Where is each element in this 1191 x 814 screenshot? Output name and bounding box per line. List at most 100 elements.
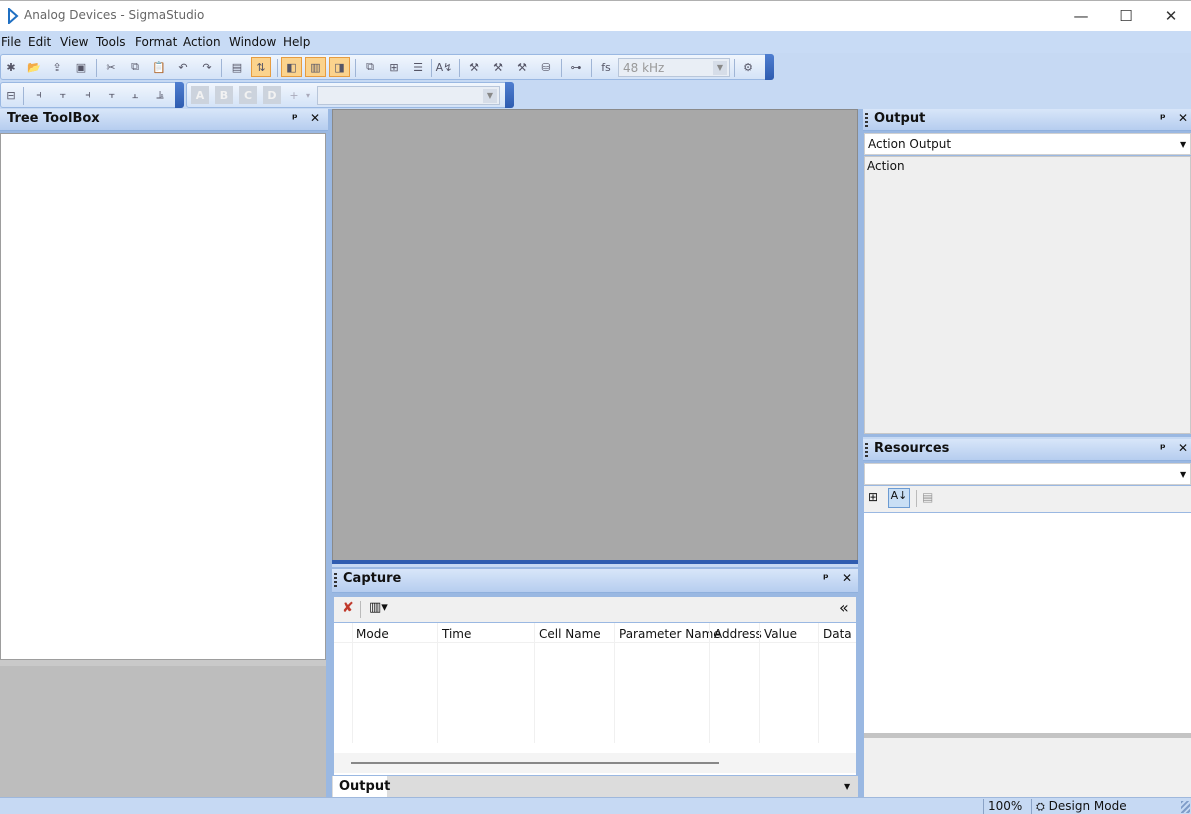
align-right-icon[interactable]: ⫞ bbox=[79, 86, 97, 104]
column-header-mode[interactable]: Mode bbox=[356, 627, 389, 641]
window-title: Analog Devices - SigmaStudio bbox=[24, 8, 205, 22]
upload-icon[interactable]: ⇪ bbox=[48, 58, 66, 76]
column-header-time[interactable]: Time bbox=[442, 627, 471, 641]
group-icon[interactable]: ⊟ bbox=[2, 86, 20, 104]
write-eeprom-icon[interactable]: ⛁ bbox=[537, 58, 555, 76]
grip-icon[interactable] bbox=[865, 443, 868, 457]
chevron-down-icon[interactable]: ▼ bbox=[713, 61, 727, 75]
columns-menu-icon[interactable]: ▥▾ bbox=[369, 600, 388, 615]
resources-pane-icon[interactable]: ◨ bbox=[329, 57, 350, 77]
paste-icon[interactable]: 📋 bbox=[150, 58, 168, 76]
chevron-down-icon[interactable]: ▼ bbox=[1180, 140, 1186, 149]
sample-rate-select[interactable]: 48 kHz ▼ bbox=[618, 58, 730, 77]
toolbox-pane-icon[interactable]: ◧ bbox=[281, 57, 302, 77]
toolbar-overflow-button[interactable] bbox=[765, 54, 774, 80]
toolbar-separator bbox=[221, 59, 222, 77]
close-icon[interactable]: ✕ bbox=[1178, 441, 1188, 455]
align-middle-icon[interactable]: ⫠ bbox=[126, 86, 144, 104]
minimize-button[interactable]: — bbox=[1058, 1, 1104, 31]
scrollbar-thumb[interactable] bbox=[351, 762, 719, 764]
download-icon[interactable]: ⚒ bbox=[489, 58, 507, 76]
add-dropdown-icon[interactable]: ▾ bbox=[299, 86, 317, 104]
menu-edit[interactable]: Edit bbox=[28, 35, 51, 49]
property-pages-icon[interactable]: ▤ bbox=[922, 490, 933, 504]
output-text-area[interactable]: Action bbox=[864, 156, 1191, 434]
column-header-data[interactable]: Data bbox=[823, 627, 852, 641]
chevron-down-icon[interactable]: ▼ bbox=[483, 89, 497, 103]
chevron-down-icon[interactable]: ▼ bbox=[1180, 470, 1186, 479]
menu-window[interactable]: Window bbox=[229, 35, 276, 49]
tab-dropdown-icon[interactable]: ▼ bbox=[844, 782, 850, 791]
menu-tools[interactable]: Tools bbox=[96, 35, 126, 49]
copy-icon[interactable]: ⧉ bbox=[126, 58, 144, 76]
align-left-icon[interactable]: ⫞ bbox=[30, 86, 48, 104]
output-pane-icon[interactable]: ▥ bbox=[305, 57, 326, 77]
format-select[interactable]: ▼ bbox=[317, 86, 500, 105]
close-icon[interactable]: ✕ bbox=[842, 571, 852, 585]
close-button[interactable]: ✕ bbox=[1148, 1, 1191, 31]
bottom-tab-strip: Output ▼ bbox=[332, 775, 858, 798]
menu-action[interactable]: Action bbox=[183, 35, 221, 49]
capture-grid[interactable]: Mode Time Cell Name Parameter Name Addre… bbox=[334, 623, 856, 797]
align-top-icon[interactable]: ⫟ bbox=[103, 86, 121, 104]
design-workspace[interactable] bbox=[332, 109, 858, 564]
layout-view-icon[interactable]: ▤ bbox=[228, 58, 246, 76]
underline-icon[interactable]: C bbox=[239, 86, 257, 104]
alphabetical-sort-icon[interactable]: A↓ bbox=[888, 488, 910, 508]
output-source-select[interactable]: Action Output ▼ bbox=[864, 133, 1191, 155]
cut-icon[interactable]: ✂ bbox=[102, 58, 120, 76]
column-header-parameter-name[interactable]: Parameter Name bbox=[619, 627, 721, 641]
compile-icon[interactable]: A↯ bbox=[435, 58, 453, 76]
pin-icon[interactable]: ᵖ bbox=[823, 571, 829, 585]
redo-icon[interactable]: ↷ bbox=[198, 58, 216, 76]
tab-output[interactable]: Output bbox=[333, 776, 390, 798]
pin-icon[interactable]: ᵖ bbox=[292, 111, 298, 125]
menu-format[interactable]: Format bbox=[135, 35, 177, 49]
align-bottom-icon[interactable]: ⫡ bbox=[151, 86, 169, 104]
tile-vertical-icon[interactable]: ⊞ bbox=[385, 58, 403, 76]
column-divider bbox=[437, 623, 438, 743]
italic-icon[interactable]: B bbox=[215, 86, 233, 104]
resources-property-grid[interactable] bbox=[864, 513, 1191, 733]
toolbar-separator bbox=[360, 601, 361, 618]
tree-toolbox-tree[interactable] bbox=[0, 133, 326, 660]
menu-help[interactable]: Help bbox=[283, 35, 310, 49]
toolbar-overflow-button[interactable] bbox=[175, 82, 184, 108]
open-folder-icon[interactable]: 📂 bbox=[25, 58, 43, 76]
collapse-icon[interactable]: « bbox=[839, 598, 849, 617]
resize-grip-icon[interactable] bbox=[1181, 801, 1190, 813]
link-download-icon[interactable]: ⚒ bbox=[513, 58, 531, 76]
cascade-windows-icon[interactable]: ⧉ bbox=[361, 58, 379, 76]
new-project-icon[interactable]: ✱ bbox=[2, 58, 20, 76]
resources-panel: Resources ᵖ ✕ ▼ ⊞ A↓ ▤ bbox=[863, 439, 1191, 797]
close-icon[interactable]: ✕ bbox=[310, 111, 320, 125]
capture-header: Capture ᵖ ✕ bbox=[332, 569, 858, 593]
settings-gear-icon[interactable]: ⚙ bbox=[739, 58, 757, 76]
close-icon[interactable]: ✕ bbox=[1178, 111, 1188, 125]
clear-capture-icon[interactable]: ✘ bbox=[342, 600, 354, 616]
tree-toolbox-toggle-icon[interactable]: ⇅ bbox=[251, 57, 271, 77]
categorized-icon[interactable]: ⊞ bbox=[868, 490, 878, 504]
undo-icon[interactable]: ↶ bbox=[174, 58, 192, 76]
pin-icon[interactable]: ᵖ bbox=[1160, 441, 1166, 455]
grip-icon[interactable] bbox=[334, 573, 337, 587]
menu-view[interactable]: View bbox=[60, 35, 88, 49]
align-center-icon[interactable]: ⫟ bbox=[54, 86, 72, 104]
strike-icon[interactable]: D bbox=[263, 86, 281, 104]
column-header-cell-name[interactable]: Cell Name bbox=[539, 627, 601, 641]
column-header-value[interactable]: Value bbox=[764, 627, 797, 641]
column-header-address[interactable]: Address bbox=[714, 627, 762, 641]
pin-icon[interactable]: ᵖ bbox=[1160, 111, 1166, 125]
toolbar-overflow-button[interactable] bbox=[505, 82, 514, 108]
horizontal-scrollbar[interactable] bbox=[334, 753, 856, 773]
link-compile-icon[interactable]: ⚒ bbox=[465, 58, 483, 76]
tile-horizontal-icon[interactable]: ☰ bbox=[409, 58, 427, 76]
save-icon[interactable]: ▣ bbox=[72, 58, 90, 76]
resources-object-select[interactable]: ▼ bbox=[864, 463, 1191, 485]
grip-icon[interactable] bbox=[865, 113, 868, 127]
maximize-button[interactable]: ☐ bbox=[1103, 1, 1149, 31]
menu-file[interactable]: File bbox=[1, 35, 21, 49]
design-mode-icon: ⛭ bbox=[1036, 800, 1045, 813]
hierarchy-icon[interactable]: ⊶ bbox=[567, 58, 585, 76]
bold-icon[interactable]: A bbox=[191, 86, 209, 104]
